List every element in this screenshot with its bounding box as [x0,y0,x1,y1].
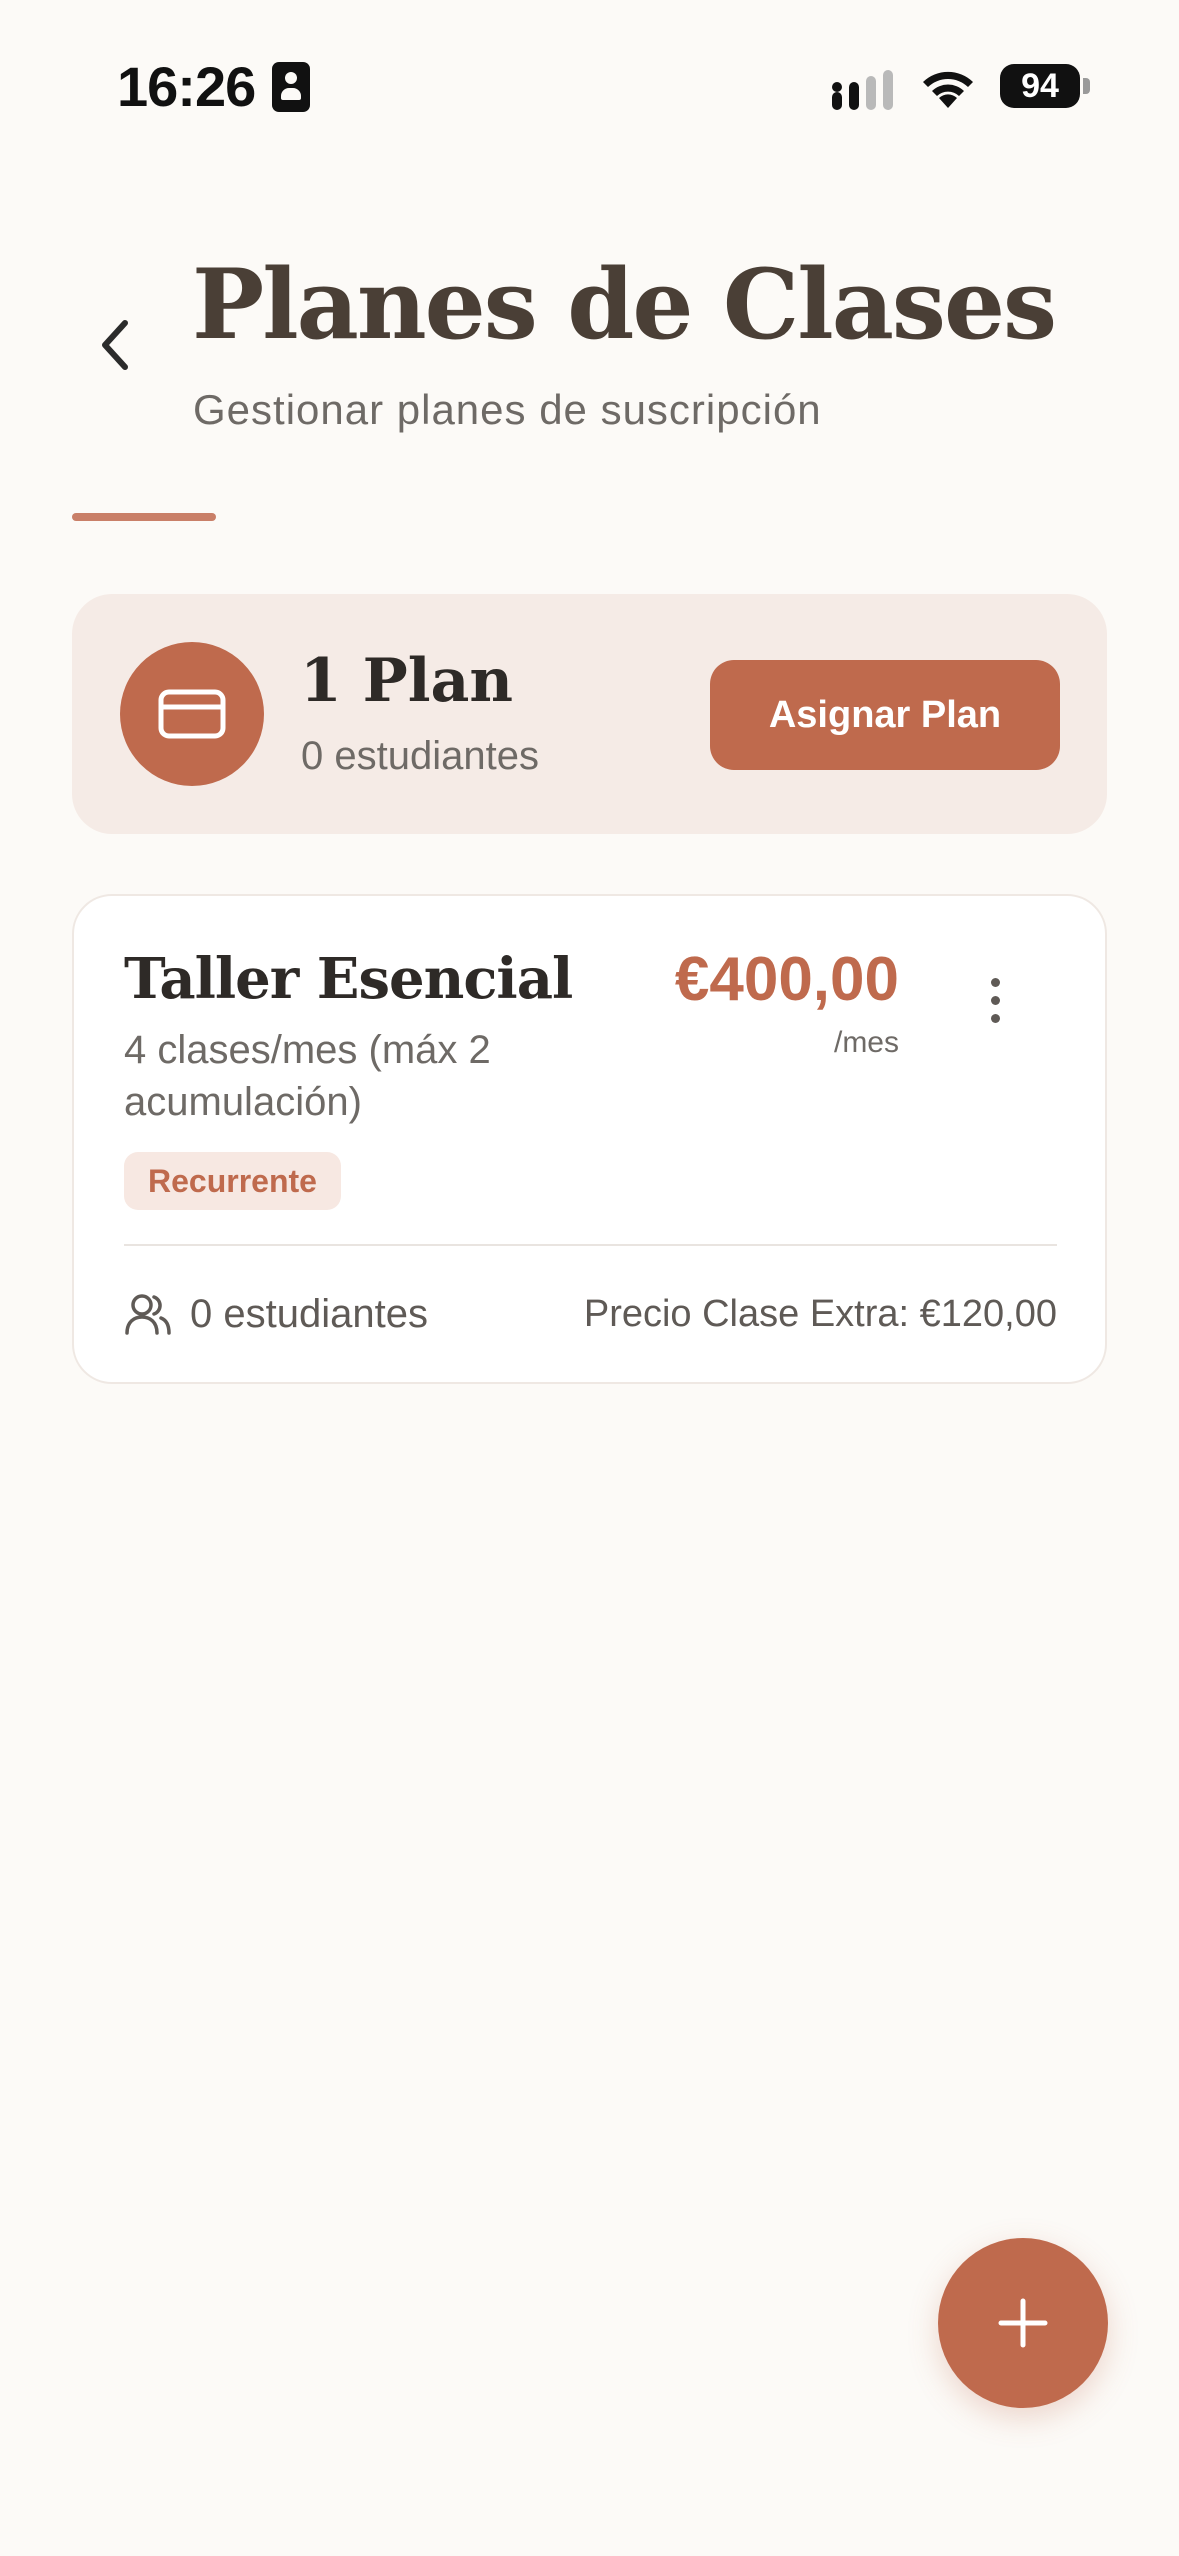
plan-type-badge: Recurrente [124,1152,341,1210]
plans-count: 1 Plan [300,646,514,716]
credit-card-icon [158,689,226,739]
sim-card-icon [272,62,310,112]
plan-card-divider [124,1244,1057,1246]
plan-students: 0 estudiantes [124,1284,428,1344]
users-icon [125,1294,171,1335]
plus-icon [998,2298,1048,2348]
page-subtitle: Gestionar planes de suscripción [193,386,822,433]
back-button[interactable] [80,305,150,385]
assign-plan-button[interactable]: Asignar Plan [710,660,1060,770]
plans-screen: 16:26 94 Planes de Clases Gestionar plan… [0,0,1179,2556]
status-bar: 16:26 94 [0,0,1179,170]
plan-period: /mes [833,1026,899,1059]
add-plan-button[interactable] [938,2238,1108,2408]
more-vertical-icon [990,977,1000,987]
battery-icon: 94 [1000,64,1080,108]
plan-card[interactable]: Taller Esencial 4 clases/mes (máx 2 acum… [72,894,1107,1384]
plan-price: €400,00 [674,945,899,1014]
chevron-left-icon [102,320,128,370]
plan-menu-button[interactable] [975,960,1015,1040]
summary-icon-badge [120,642,264,786]
wifi-icon [923,71,973,108]
plan-name: Taller Esencial [124,946,573,1012]
plan-extra-class-price: Precio Clase Extra: €120,00 [583,1292,1057,1335]
plan-students-label: 0 estudiantes [190,1291,428,1336]
plans-summary-card: 1 Plan 0 estudiantes Asignar Plan [72,594,1107,834]
status-time: 16:26 [117,55,256,118]
summary-students-count: 0 estudiantes [301,734,539,778]
page-title: Planes de Clases [192,248,1057,361]
signal-icon [832,70,893,110]
battery-cap [1083,78,1090,94]
title-accent-divider [72,513,216,521]
plan-description: 4 clases/mes (máx 2 acumulación) [124,1028,491,1124]
